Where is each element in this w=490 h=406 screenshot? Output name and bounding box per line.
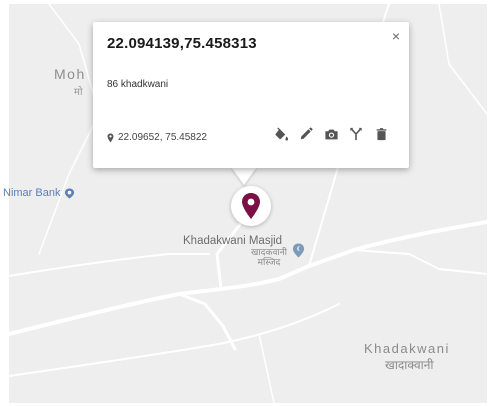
info-window-toolbar — [273, 126, 389, 142]
poi-label: Nimar Bank — [3, 187, 61, 199]
edit-button[interactable] — [298, 126, 314, 142]
coordinates-row: 22.09652, 75.45822 — [107, 132, 207, 143]
place-label-khadakwani: Khadakwani — [364, 341, 450, 356]
road-top-left — [38, 4, 100, 255]
road-bend — [177, 292, 237, 351]
trash-icon — [376, 128, 386, 141]
place-label-khadakwani-hindi: खादाक्वानी — [385, 358, 434, 372]
small-pin-icon — [107, 132, 114, 142]
poi-masjid-label[interactable]: Khadakwani Masjid — [183, 235, 282, 247]
info-window: 22.094139,75.458313 × 86 khadkwani 22.09… — [93, 22, 409, 168]
screenshot-frame: Moh मो Nimar Bank Khadakwani Masjid खादक… — [0, 0, 490, 406]
road-south — [258, 333, 275, 403]
delete-button[interactable] — [373, 126, 389, 142]
infowindow-tail — [231, 167, 257, 185]
bank-pin-icon — [65, 187, 75, 199]
location-pin-icon[interactable] — [240, 192, 262, 220]
directions-button[interactable] — [348, 126, 364, 142]
camera-icon — [324, 129, 338, 139]
poi-masjid-label-hindi: खादकवानी मस्जिद — [250, 247, 288, 267]
road-left — [9, 253, 210, 277]
info-window-title: 22.094139,75.458313 — [107, 35, 257, 52]
mosque-pin-icon[interactable] — [292, 243, 305, 258]
close-icon[interactable]: × — [392, 29, 400, 43]
add-photo-button[interactable] — [323, 126, 339, 142]
coordinates-text: 22.09652, 75.45822 — [118, 132, 207, 143]
place-label-moh-hindi: मो — [74, 87, 83, 98]
poi-nimar-bank[interactable]: Nimar Bank — [3, 187, 75, 199]
road-top-right — [438, 4, 487, 115]
place-label-moh: Moh — [54, 66, 86, 82]
route-icon — [350, 127, 362, 141]
pencil-icon — [300, 127, 313, 140]
road-east — [353, 249, 487, 275]
info-window-description: 86 khadkwani — [107, 79, 169, 90]
paint-bucket-icon — [275, 126, 288, 140]
road-lower — [9, 303, 340, 377]
style-button[interactable] — [273, 126, 289, 142]
road-north — [215, 216, 247, 291]
